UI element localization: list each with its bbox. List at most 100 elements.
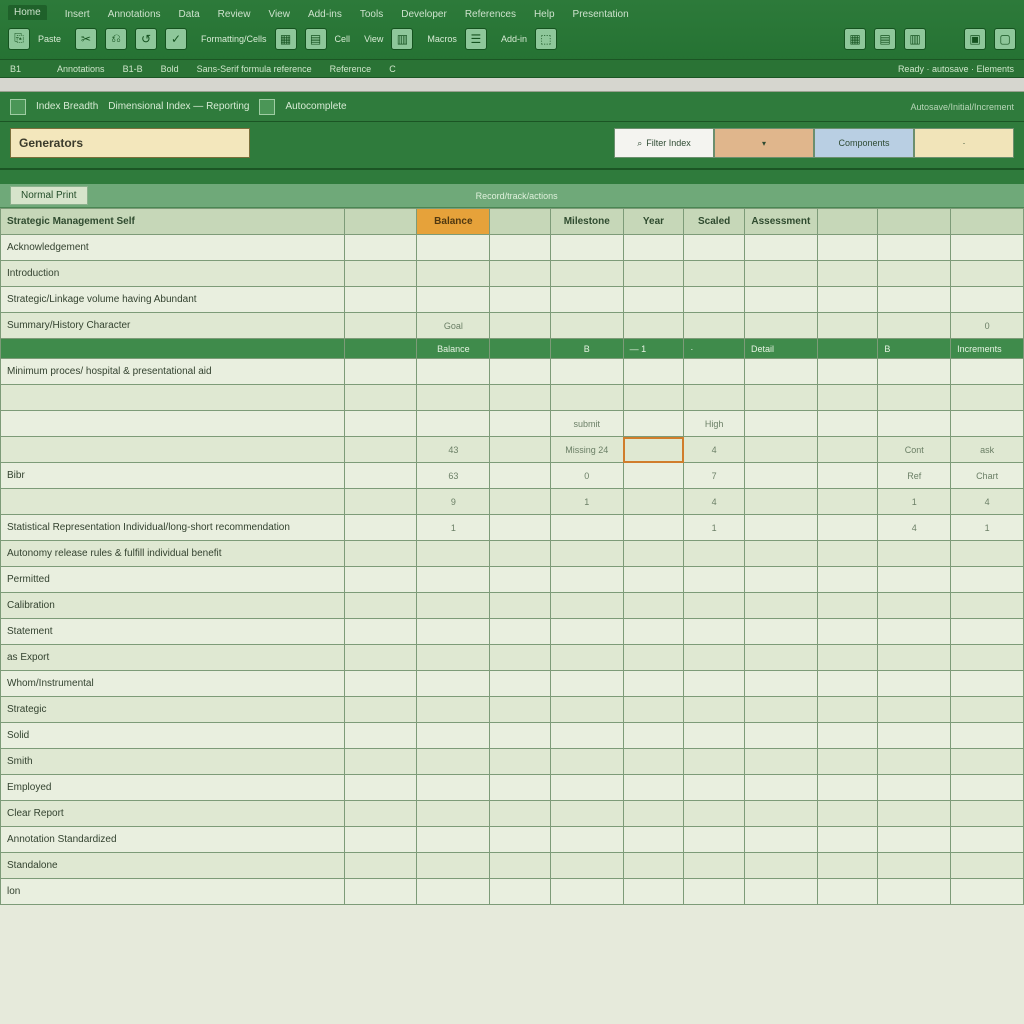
crumb-1[interactable]: Dimensional Index — Reporting <box>108 101 249 112</box>
table-row: Standalone <box>1 853 1024 879</box>
format-cells-icon[interactable]: ▦ <box>275 28 297 50</box>
formatting-label: Formatting/Cells <box>201 34 267 44</box>
addin-icon[interactable]: ⬚ <box>535 28 557 50</box>
table-row: Introduction <box>1 261 1024 287</box>
table-row: 9 1 4 1 4 <box>1 489 1024 515</box>
scroll-gutter <box>0 78 1024 92</box>
filter-btn-extra[interactable]: · <box>914 128 1014 158</box>
filter-strip: ⌕ Filter Index ▾ Components · <box>614 128 1014 158</box>
sub-formula[interactable]: Sans-Serif formula reference <box>197 64 312 74</box>
col-header-6[interactable]: Scaled <box>684 209 745 235</box>
table-row: Autonomy release rules & fulfill individ… <box>1 541 1024 567</box>
spreadsheet-grid[interactable]: Strategic Management Self Balance Milest… <box>0 208 1024 905</box>
table-row: Strategic <box>1 697 1024 723</box>
window-b-icon[interactable]: ▢ <box>994 28 1016 50</box>
grid-icon[interactable]: ▦ <box>844 28 866 50</box>
macros-icon[interactable]: ☰ <box>465 28 487 50</box>
table-row: Annotation Standardized <box>1 827 1024 853</box>
col-header-4[interactable]: Milestone <box>550 209 623 235</box>
cell[interactable]: Minimum proces/ hospital & presentationa… <box>1 359 345 385</box>
table-row: Minimum proces/ hospital & presentationa… <box>1 359 1024 385</box>
paste-icon[interactable]: ⎘ <box>8 28 30 50</box>
cut-icon[interactable]: ✂ <box>75 28 97 50</box>
table-row: Smith <box>1 749 1024 775</box>
selected-cell[interactable] <box>623 437 684 463</box>
table-row: Bibr 63 0 7 Ref Chart <box>1 463 1024 489</box>
table-row: Summary/History CharacterGoal0 <box>1 313 1024 339</box>
filter-btn-sort[interactable]: ▾ <box>714 128 814 158</box>
ribbon-tab-presentation[interactable]: Presentation <box>573 9 629 20</box>
crumb-0[interactable]: Index Breadth <box>36 101 98 112</box>
context-right: Autosave/Initial/Increment <box>910 102 1014 112</box>
col-header-10[interactable] <box>951 209 1024 235</box>
context-icon-2[interactable] <box>259 99 275 115</box>
view-tab-normal[interactable]: Normal Print <box>10 186 88 205</box>
cell[interactable]: Acknowledgement <box>1 235 345 261</box>
title-bar: Generators ⌕ Filter Index ▾ Components · <box>0 122 1024 170</box>
filter-btn-components[interactable]: Components <box>814 128 914 158</box>
sub-c[interactable]: C <box>389 64 396 74</box>
ribbon-tab-references[interactable]: References <box>465 9 516 20</box>
filter-label-2: Components <box>838 138 889 148</box>
col-header-2[interactable]: Balance <box>417 209 490 235</box>
cell-label: Cell <box>335 34 351 44</box>
ribbon-tab-annotations[interactable]: Annotations <box>108 9 161 20</box>
ribbon-tab-tools[interactable]: Tools <box>360 9 383 20</box>
addin-label: Add-in <box>501 34 527 44</box>
ribbon-tab-data[interactable]: Data <box>179 9 200 20</box>
crumb-3[interactable]: Autocomplete <box>285 101 346 112</box>
ribbon-tab-developer[interactable]: Developer <box>401 9 447 20</box>
view-icon[interactable]: ▥ <box>391 28 413 50</box>
col-header-5[interactable]: Year <box>623 209 684 235</box>
table-row: Calibration <box>1 593 1024 619</box>
window-a-icon[interactable]: ▣ <box>964 28 986 50</box>
copy-icon[interactable]: ⎌ <box>105 28 127 50</box>
ribbon-tab-insert[interactable]: Insert <box>65 9 90 20</box>
col-header-9[interactable] <box>878 209 951 235</box>
ribbon-tab-home[interactable]: Home <box>8 5 47 20</box>
sub-bold[interactable]: Bold <box>161 64 179 74</box>
check-icon[interactable]: ✓ <box>165 28 187 50</box>
dot-icon: · <box>963 138 966 148</box>
header-row: Strategic Management Self Balance Milest… <box>1 209 1024 235</box>
cell[interactable]: Introduction <box>1 261 345 287</box>
sheet-title[interactable]: Generators <box>10 128 250 158</box>
col-header-1[interactable] <box>344 209 417 235</box>
cell[interactable]: Summary/History Character <box>1 313 345 339</box>
sub-right-info: Ready · autosave · Elements <box>898 64 1014 74</box>
context-icon[interactable] <box>10 99 26 115</box>
col-header-0[interactable]: Strategic Management Self <box>1 209 345 235</box>
macros-label: Macros <box>427 34 457 44</box>
table-row: Whom/Instrumental <box>1 671 1024 697</box>
ribbon-body: ⎘ Paste ✂ ⎌ ↺ ✓ Formatting/Cells ▦ ▤ Cel… <box>0 20 1024 60</box>
ribbon-tab-review[interactable]: Review <box>218 9 251 20</box>
secondary-tabs: Normal Print Record/track/actions <box>0 184 1024 208</box>
col-header-3[interactable] <box>490 209 551 235</box>
table-row: Clear Report <box>1 801 1024 827</box>
ribbon-tab-help[interactable]: Help <box>534 9 555 20</box>
cell[interactable]: Goal <box>417 313 490 339</box>
ribbon-tab-addins[interactable]: Add-ins <box>308 9 342 20</box>
sub-annot[interactable]: Annotations <box>57 64 105 74</box>
ribbon-tab-view[interactable]: View <box>268 9 290 20</box>
undo-icon[interactable]: ↺ <box>135 28 157 50</box>
secondary-right: Record/track/actions <box>476 191 558 201</box>
table-row: as Export <box>1 645 1024 671</box>
table-row: Permitted <box>1 567 1024 593</box>
ribbon: Home Insert Annotations Data Review View… <box>0 0 1024 78</box>
ribbon-subbar: B1 Annotations B1-B Bold Sans-Serif form… <box>0 60 1024 78</box>
page-icon[interactable]: ▥ <box>904 28 926 50</box>
sub-b1b[interactable]: B1-B <box>123 64 143 74</box>
col-header-7[interactable]: Assessment <box>744 209 817 235</box>
col-header-8[interactable] <box>817 209 878 235</box>
cell-icon[interactable]: ▤ <box>305 28 327 50</box>
doc-icon[interactable]: ▤ <box>874 28 896 50</box>
filter-btn-index[interactable]: ⌕ Filter Index <box>614 128 714 158</box>
cell[interactable]: Strategic/Linkage volume having Abundant <box>1 287 345 313</box>
sub-b1[interactable]: B1 <box>10 64 21 74</box>
filter-label-0: Filter Index <box>646 138 691 148</box>
chevron-down-icon: ▾ <box>762 139 766 148</box>
context-bar: Index Breadth Dimensional Index — Report… <box>0 92 1024 122</box>
table-row: Acknowledgement <box>1 235 1024 261</box>
sub-reference[interactable]: Reference <box>330 64 372 74</box>
